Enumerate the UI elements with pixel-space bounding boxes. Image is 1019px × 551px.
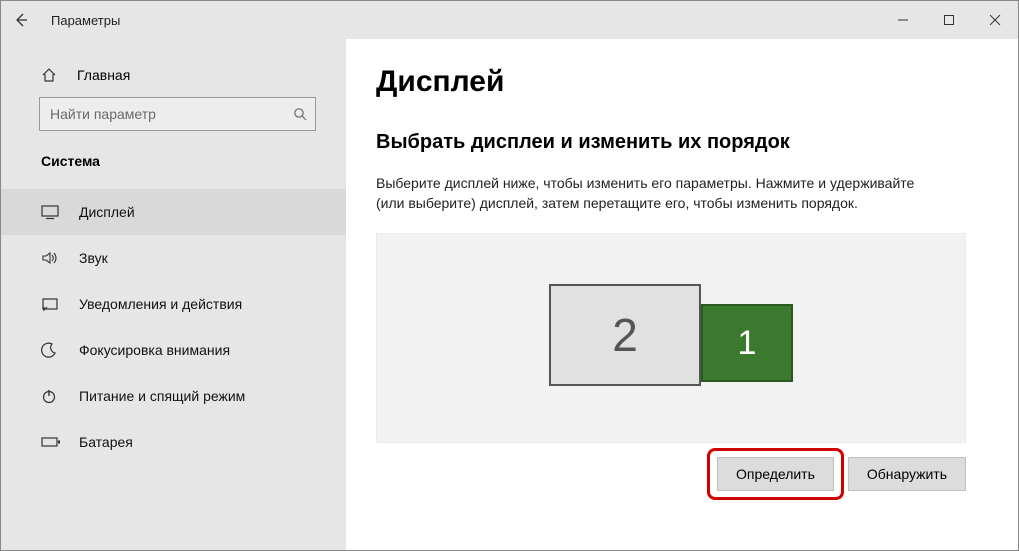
monitors-group: 2 1 [549, 284, 793, 386]
battery-icon [41, 436, 63, 448]
search-field[interactable] [50, 106, 293, 122]
display-arrangement-area[interactable]: 2 1 [376, 233, 966, 443]
search-input[interactable] [39, 97, 316, 131]
display-buttons-row: Определить Обнаружить [376, 457, 966, 491]
search-wrap [1, 97, 346, 147]
sidebar-item-display[interactable]: Дисплей [1, 189, 346, 235]
window-controls [880, 1, 1018, 39]
main-content: Дисплей Выбрать дисплеи и изменить их по… [346, 39, 1018, 550]
sidebar-item-label: Питание и спящий режим [79, 388, 245, 404]
close-icon [989, 14, 1001, 26]
search-icon [293, 107, 307, 121]
power-icon [41, 388, 63, 404]
maximize-icon [943, 14, 955, 26]
monitor-1[interactable]: 1 [701, 304, 793, 382]
moon-icon [41, 342, 63, 358]
sidebar-section-title: Система [1, 147, 346, 189]
speaker-icon [41, 250, 63, 266]
sidebar-item-notifications[interactable]: Уведомления и действия [1, 281, 346, 327]
monitor-icon [41, 204, 63, 220]
home-icon [41, 67, 63, 83]
sidebar-item-label: Дисплей [79, 204, 135, 220]
section-heading: Выбрать дисплеи и изменить их порядок [376, 131, 988, 154]
maximize-button[interactable] [926, 1, 972, 39]
identify-button[interactable]: Определить [717, 457, 834, 491]
sidebar-item-focus[interactable]: Фокусировка внимания [1, 327, 346, 373]
sidebar-home-label: Главная [77, 67, 130, 83]
sidebar-item-sound[interactable]: Звук [1, 235, 346, 281]
page-title: Дисплей [376, 65, 988, 99]
sidebar-item-label: Уведомления и действия [79, 296, 242, 312]
sidebar-item-label: Звук [79, 250, 108, 266]
window-title: Параметры [51, 13, 120, 28]
sidebar-item-power[interactable]: Питание и спящий режим [1, 373, 346, 419]
back-button[interactable] [1, 1, 41, 39]
monitor-2[interactable]: 2 [549, 284, 701, 386]
sidebar-item-battery[interactable]: Батарея [1, 419, 346, 465]
minimize-icon [897, 14, 909, 26]
minimize-button[interactable] [880, 1, 926, 39]
section-description: Выберите дисплей ниже, чтобы изменить ег… [376, 174, 936, 213]
close-button[interactable] [972, 1, 1018, 39]
monitor-label: 1 [738, 324, 757, 363]
sidebar-item-label: Батарея [79, 434, 133, 450]
sidebar: Главная Система Дисплей [1, 39, 346, 550]
window-body: Главная Система Дисплей [1, 39, 1018, 550]
titlebar: Параметры [1, 1, 1018, 39]
arrow-left-icon [13, 12, 29, 28]
settings-window: Параметры Главная [0, 0, 1019, 551]
notifications-icon [41, 296, 63, 312]
monitor-label: 2 [612, 308, 638, 362]
sidebar-item-home[interactable]: Главная [1, 61, 346, 97]
sidebar-item-label: Фокусировка внимания [79, 342, 230, 358]
detect-button[interactable]: Обнаружить [848, 457, 966, 491]
